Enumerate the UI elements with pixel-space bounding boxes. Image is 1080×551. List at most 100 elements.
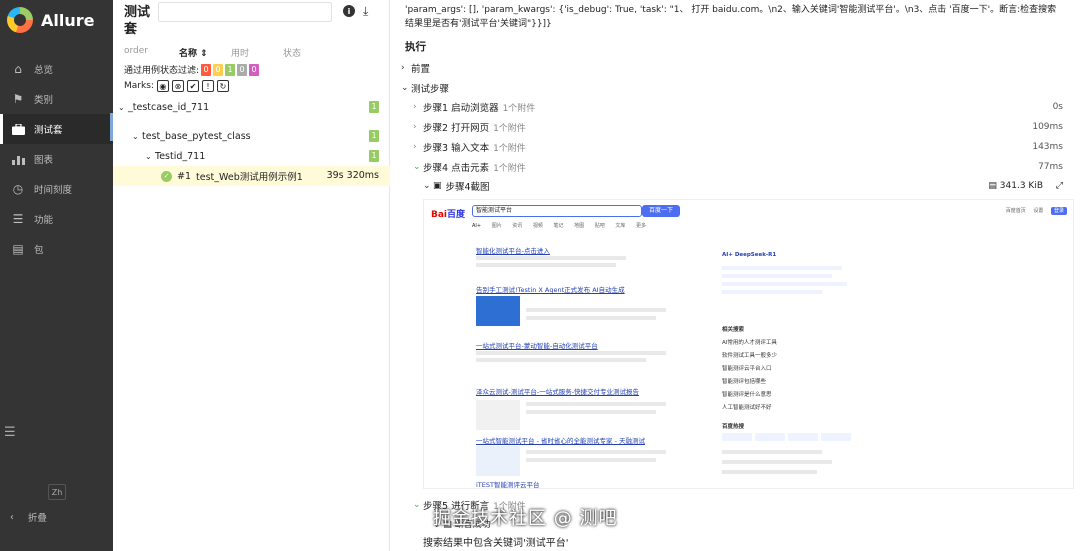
related-item: 软件测试工具一般多少 — [722, 353, 778, 359]
hot-tag — [788, 433, 818, 441]
package-icon: ▤ — [12, 242, 24, 256]
brand[interactable]: Allure — [0, 0, 113, 40]
menu-toggle-icon[interactable]: ☰ — [4, 425, 20, 440]
count-badge: 1 — [369, 130, 379, 142]
attachment-screenshot[interactable]: Bai百度 智能测试平台 百度一下 百度首页 设置 登录 AI+ 图片 资讯 视… — [423, 199, 1074, 489]
step-attachments: 1个附件 — [493, 143, 526, 154]
result-snippet — [476, 256, 626, 260]
sidebar-item-timeline[interactable]: ◷ 时间刻度 — [0, 174, 113, 204]
step-duration: 77ms — [1038, 162, 1063, 172]
setup-section[interactable]: › 前置 — [401, 60, 1071, 76]
sort-status[interactable]: 状态 — [283, 46, 301, 59]
sort-order[interactable]: order — [124, 46, 179, 59]
filter-skipped[interactable]: 0 — [237, 63, 248, 76]
ai-snippet — [722, 282, 847, 286]
sidebar-item-packages[interactable]: ▤ 包 — [0, 234, 113, 264]
test-steps-section[interactable]: ⌄ 测试步骤 — [401, 80, 1071, 96]
test-case-duration: 39s 320ms — [326, 170, 379, 181]
step-attachments: 1个附件 — [493, 123, 526, 134]
sidebar-item-label: 功能 — [34, 215, 54, 226]
baidu-result-title: iTEST智能测评云平台 — [476, 481, 540, 489]
hot-tags — [722, 433, 854, 441]
expand-icon[interactable]: ⤢ — [1056, 181, 1063, 191]
step-label: 步骤4 点击元素 — [423, 163, 490, 174]
sort-name[interactable]: 名称 ⇕ — [179, 46, 231, 59]
related-item: 智能测评包括哪些 — [722, 379, 767, 385]
new-passed-mark-icon[interactable]: ✔ — [186, 80, 199, 92]
result-snippet — [476, 351, 666, 355]
related-item: 人工智能测试好不好 — [722, 405, 772, 411]
sidebar-item-overview[interactable]: ⌂ 总览 — [0, 54, 113, 84]
result-snippet — [526, 450, 666, 454]
tree-node[interactable]: ⌄ _testcase_id_711 1 — [113, 97, 390, 117]
download-icon[interactable]: ⤓ — [363, 4, 368, 19]
step-row[interactable]: › 步骤1 启动浏览器 1个附件 0s — [413, 99, 1071, 115]
chevron-right-icon: › — [413, 102, 417, 112]
filter-unknown[interactable]: 0 — [249, 63, 260, 76]
new-failed-mark-icon[interactable]: ⊗ — [171, 80, 184, 92]
step-label: 步骤2 打开网页 — [423, 123, 490, 134]
sort-icon: ⇕ — [200, 49, 208, 59]
baidu-logo-text: Bai — [431, 210, 448, 220]
filter-broken[interactable]: 0 — [213, 63, 224, 76]
language-button[interactable]: Zh — [48, 484, 66, 500]
suites-panel: 测试套 i ⤓ order 名称 ⇕ 用时 状态 通过用例状态过滤: 0 0 1… — [113, 0, 390, 551]
baidu-top-link: 设置 — [1033, 208, 1044, 214]
filter-failed[interactable]: 0 — [201, 63, 212, 76]
sidebar-item-label: 总览 — [34, 65, 54, 76]
sidebar-item-suites[interactable]: 测试套 — [0, 114, 113, 144]
info-icon[interactable]: i — [343, 5, 355, 17]
page-title: 测试套 — [124, 5, 151, 37]
sidebar-item-graphs[interactable]: 图表 — [0, 144, 113, 174]
related-item: 智能测评云平台入口 — [722, 366, 772, 372]
attachment-row[interactable]: ⌄ ▣ 步骤4截图 ▤ 341.3 KiB ⤢ — [423, 178, 1071, 194]
marks-filter: Marks: ◉ ⊗ ✔ ! ↻ — [124, 80, 229, 92]
retries-mark-icon[interactable]: ↻ — [216, 80, 229, 92]
baidu-result-title: 一站式智能测试平台 - 省时省心的全能测试专家 - 天融测试 — [476, 437, 645, 445]
step-duration: 109ms — [1032, 122, 1063, 132]
sort-duration[interactable]: 用时 — [231, 46, 283, 59]
step-duration: 143ms — [1032, 142, 1063, 152]
result-snippet — [476, 263, 616, 267]
hot-item — [722, 470, 817, 474]
attachment-name: 步骤4截图 — [445, 182, 490, 193]
search-input[interactable] — [158, 2, 332, 22]
step-row[interactable]: ⌄ 步骤4 点击元素 1个附件 77ms — [413, 159, 1071, 175]
sidebar-item-categories[interactable]: ⚑ 类别 — [0, 84, 113, 114]
hot-tag — [755, 433, 785, 441]
attachment-size-value: 341.3 KiB — [999, 181, 1043, 191]
step-row[interactable]: › 步骤2 打开网页 1个附件 109ms — [413, 119, 1071, 135]
step-label: 步骤1 启动浏览器 — [423, 103, 499, 114]
sidebar-item-label: 时间刻度 — [34, 185, 73, 196]
baidu-top-link: 百度首页 — [1005, 208, 1026, 214]
tree-node[interactable]: ⌄ test_base_pytest_class 1 — [113, 126, 390, 146]
chevron-right-icon: › — [413, 142, 417, 152]
chevron-down-icon: ⌄ — [132, 131, 139, 141]
step-row[interactable]: › 步骤3 输入文本 1个附件 143ms — [413, 139, 1071, 155]
result-snippet — [526, 316, 656, 320]
sort-name-label: 名称 — [179, 49, 198, 59]
step-attachments: 1个附件 — [493, 163, 526, 174]
filter-passed[interactable]: 1 — [225, 63, 236, 76]
chevron-down-icon: ⌄ — [145, 151, 152, 161]
collapse-button[interactable]: ‹ 折叠 — [0, 506, 113, 528]
baidu-tab: 文库 — [615, 223, 626, 229]
new-broken-mark-icon[interactable]: ! — [201, 80, 214, 92]
chevron-down-icon: ⌄ — [401, 83, 409, 93]
test-case-name: test_Web测试用例示例1 — [196, 172, 303, 183]
step-duration: 0s — [1052, 102, 1063, 112]
flaky-mark-icon[interactable]: ◉ — [156, 80, 169, 92]
result-thumbnail — [476, 446, 520, 476]
baidu-tab: 地图 — [574, 223, 585, 229]
tree-node[interactable]: ⌄ Testid_711 1 — [113, 146, 390, 166]
baidu-tab: 资讯 — [512, 223, 523, 229]
parameters-text: 'param_args': [], 'param_kwargs': {'is_d… — [405, 5, 1057, 29]
sidebar-item-behaviors[interactable]: ☰ 功能 — [0, 204, 113, 234]
suites-header: 测试套 i ⤓ — [113, 0, 389, 40]
step-label: 步骤3 输入文本 — [423, 143, 490, 154]
image-file-icon: ▣ — [433, 181, 442, 191]
tree-node-label: Testid_711 — [155, 150, 206, 162]
baidu-tab: 图片 — [491, 223, 502, 229]
test-case-row[interactable]: ✓ #1 test_Web测试用例示例1 39s 320ms — [113, 166, 390, 186]
count-badge: 1 — [369, 101, 379, 113]
